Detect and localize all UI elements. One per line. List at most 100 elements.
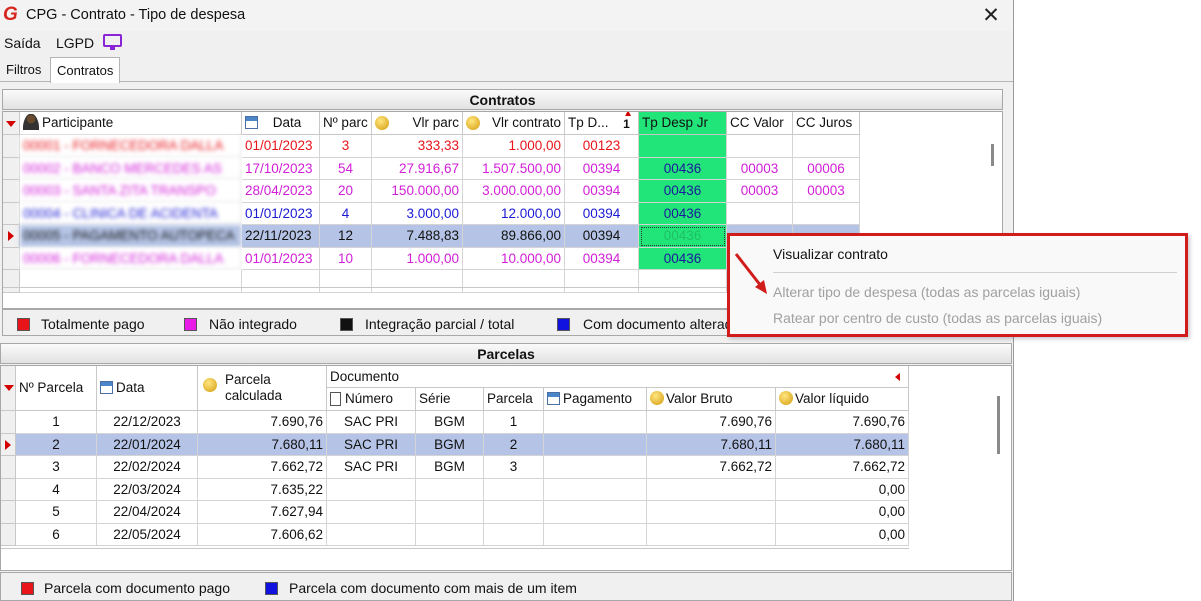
cell-nparc[interactable]: 54 xyxy=(320,157,372,180)
cell-liquido[interactable]: 7.690,76 xyxy=(776,411,909,434)
cell-parcela[interactable]: 2 xyxy=(484,433,544,456)
cell-pagamento[interactable] xyxy=(544,456,647,479)
cell-calc[interactable]: 7.680,11 xyxy=(198,433,327,456)
cell-ccvalor[interactable]: 00003 xyxy=(727,157,793,180)
cell-participante[interactable]: 00005 - PAGAMENTO AUTOPECA xyxy=(20,225,242,248)
cell-tpdespjr[interactable]: 00436 xyxy=(639,157,727,180)
cell-numero[interactable] xyxy=(327,523,416,546)
cell-vlrparc[interactable]: 333,33 xyxy=(372,135,463,158)
cell-data[interactable]: 22/01/2024 xyxy=(97,433,198,456)
menu-item-visualizar-contrato[interactable]: Visualizar contrato xyxy=(773,246,888,262)
cell-tpd[interactable]: 00394 xyxy=(565,157,639,180)
col-ccjuros[interactable]: CC Juros xyxy=(793,112,860,135)
cell-pagamento[interactable] xyxy=(544,478,647,501)
cell-pagamento[interactable] xyxy=(544,523,647,546)
cell-bruto[interactable]: 7.680,11 xyxy=(647,433,776,456)
parcelas-grid[interactable]: Nº Parcela Data Parcela calculada Docume… xyxy=(0,365,1012,571)
cell-numero[interactable]: SAC PRI xyxy=(327,411,416,434)
cell-vlrcontrato[interactable]: 3.000.000,00 xyxy=(463,180,565,203)
cell-ccjuros[interactable]: 00003 xyxy=(793,180,860,203)
cell-data[interactable]: 01/01/2023 xyxy=(242,135,320,158)
col-parcela-calculada[interactable]: Parcela calculada xyxy=(198,366,327,411)
col-nparcela[interactable]: Nº Parcela xyxy=(16,366,97,411)
cell-nparc[interactable]: 3 xyxy=(320,135,372,158)
cell-vlrcontrato[interactable]: 10.000,00 xyxy=(463,247,565,270)
cell-tpd[interactable]: 00394 xyxy=(565,180,639,203)
row-indicator[interactable] xyxy=(1,501,16,524)
cell-pagamento[interactable] xyxy=(544,501,647,524)
col-parcela[interactable]: Parcela xyxy=(484,388,544,411)
menu-saida[interactable]: Saída xyxy=(4,35,41,51)
cell-data[interactable]: 28/04/2023 xyxy=(242,180,320,203)
cell-participante[interactable]: 00006 - FORNECEDORA DALLA xyxy=(20,247,242,270)
col-pagamento[interactable]: Pagamento xyxy=(544,388,647,411)
cell-data[interactable]: 22/04/2024 xyxy=(97,501,198,524)
cell-serie[interactable] xyxy=(416,501,484,524)
cell-calc[interactable]: 7.627,94 xyxy=(198,501,327,524)
collapse-left-icon[interactable] xyxy=(895,373,900,381)
close-button[interactable]: ✕ xyxy=(968,0,1013,31)
cell-bruto[interactable]: 7.662,72 xyxy=(647,456,776,479)
cell-vlrparc[interactable]: 3.000,00 xyxy=(372,202,463,225)
cell-numero[interactable]: SAC PRI xyxy=(327,456,416,479)
row-indicator[interactable] xyxy=(1,478,16,501)
row-indicator[interactable] xyxy=(3,225,20,248)
cell-liquido[interactable]: 7.662,72 xyxy=(776,456,909,479)
col-tpdespjr[interactable]: Tp Desp Jr xyxy=(639,112,727,135)
cell-bruto[interactable] xyxy=(647,478,776,501)
cell-data[interactable]: 01/01/2023 xyxy=(242,202,320,225)
row-indicator[interactable] xyxy=(3,180,20,203)
row-indicator[interactable] xyxy=(1,456,16,479)
cell-tpdespjr[interactable]: 00436 xyxy=(639,247,727,270)
cell-nparc[interactable]: 4 xyxy=(320,202,372,225)
cell-vlrcontrato[interactable]: 12.000,00 xyxy=(463,202,565,225)
cell-calc[interactable]: 7.662,72 xyxy=(198,456,327,479)
cell-participante[interactable]: 00002 - BANCO MERCEDES AS xyxy=(20,157,242,180)
cell-tpdespjr[interactable]: 00436 xyxy=(639,225,727,248)
cell-ccjuros[interactable]: 00006 xyxy=(793,157,860,180)
cell-vlrcontrato[interactable]: 89.866,00 xyxy=(463,225,565,248)
cell-n[interactable]: 3 xyxy=(16,456,97,479)
cell-calc[interactable]: 7.606,62 xyxy=(198,523,327,546)
cell-tpd[interactable]: 00394 xyxy=(565,247,639,270)
col-valor-bruto[interactable]: Valor Bruto xyxy=(647,388,776,411)
cell-vlrparc[interactable]: 7.488,83 xyxy=(372,225,463,248)
cell-data[interactable]: 22/03/2024 xyxy=(97,478,198,501)
cell-numero[interactable] xyxy=(327,501,416,524)
cell-tpdespjr[interactable]: 00436 xyxy=(639,180,727,203)
cell-parcela[interactable]: 3 xyxy=(484,456,544,479)
cell-ccjuros[interactable] xyxy=(793,135,860,158)
cell-participante[interactable]: 00003 - SANTA ZITA TRANSPO xyxy=(20,180,242,203)
cell-bruto[interactable]: 7.690,76 xyxy=(647,411,776,434)
cell-ccvalor[interactable]: 00003 xyxy=(727,180,793,203)
parcelas-scrollbar[interactable] xyxy=(997,396,1000,454)
cell-data[interactable]: 17/10/2023 xyxy=(242,157,320,180)
cell-n[interactable]: 6 xyxy=(16,523,97,546)
col-serie[interactable]: Série xyxy=(416,388,484,411)
cell-tpdespjr[interactable]: 00436 xyxy=(639,202,727,225)
cell-vlrparc[interactable]: 27.916,67 xyxy=(372,157,463,180)
row-indicator[interactable] xyxy=(1,523,16,546)
cell-liquido[interactable]: 0,00 xyxy=(776,501,909,524)
cell-parcela[interactable]: 1 xyxy=(484,411,544,434)
col-tpd[interactable]: Tp D... ▲ 1 xyxy=(565,112,639,135)
cell-tpd[interactable]: 00394 xyxy=(565,202,639,225)
cell-vlrparc[interactable]: 1.000,00 xyxy=(372,247,463,270)
col-vlrparc[interactable]: Vlr parc xyxy=(372,112,463,135)
cell-pagamento[interactable] xyxy=(544,433,647,456)
cell-n[interactable]: 4 xyxy=(16,478,97,501)
tab-contratos[interactable]: Contratos xyxy=(50,57,121,83)
cell-data[interactable]: 01/01/2023 xyxy=(242,247,320,270)
cell-ccjuros[interactable] xyxy=(793,202,860,225)
row-indicator[interactable] xyxy=(3,157,20,180)
row-indicator[interactable] xyxy=(3,202,20,225)
cell-bruto[interactable] xyxy=(647,501,776,524)
cell-tpd[interactable]: 00394 xyxy=(565,225,639,248)
cell-vlrcontrato[interactable]: 1.507.500,00 xyxy=(463,157,565,180)
row-indicator[interactable] xyxy=(1,411,16,434)
cell-parcela[interactable] xyxy=(484,478,544,501)
cell-numero[interactable]: SAC PRI xyxy=(327,433,416,456)
cell-calc[interactable]: 7.690,76 xyxy=(198,411,327,434)
col-vlrcontrato[interactable]: Vlr contrato xyxy=(463,112,565,135)
cell-nparc[interactable]: 12 xyxy=(320,225,372,248)
